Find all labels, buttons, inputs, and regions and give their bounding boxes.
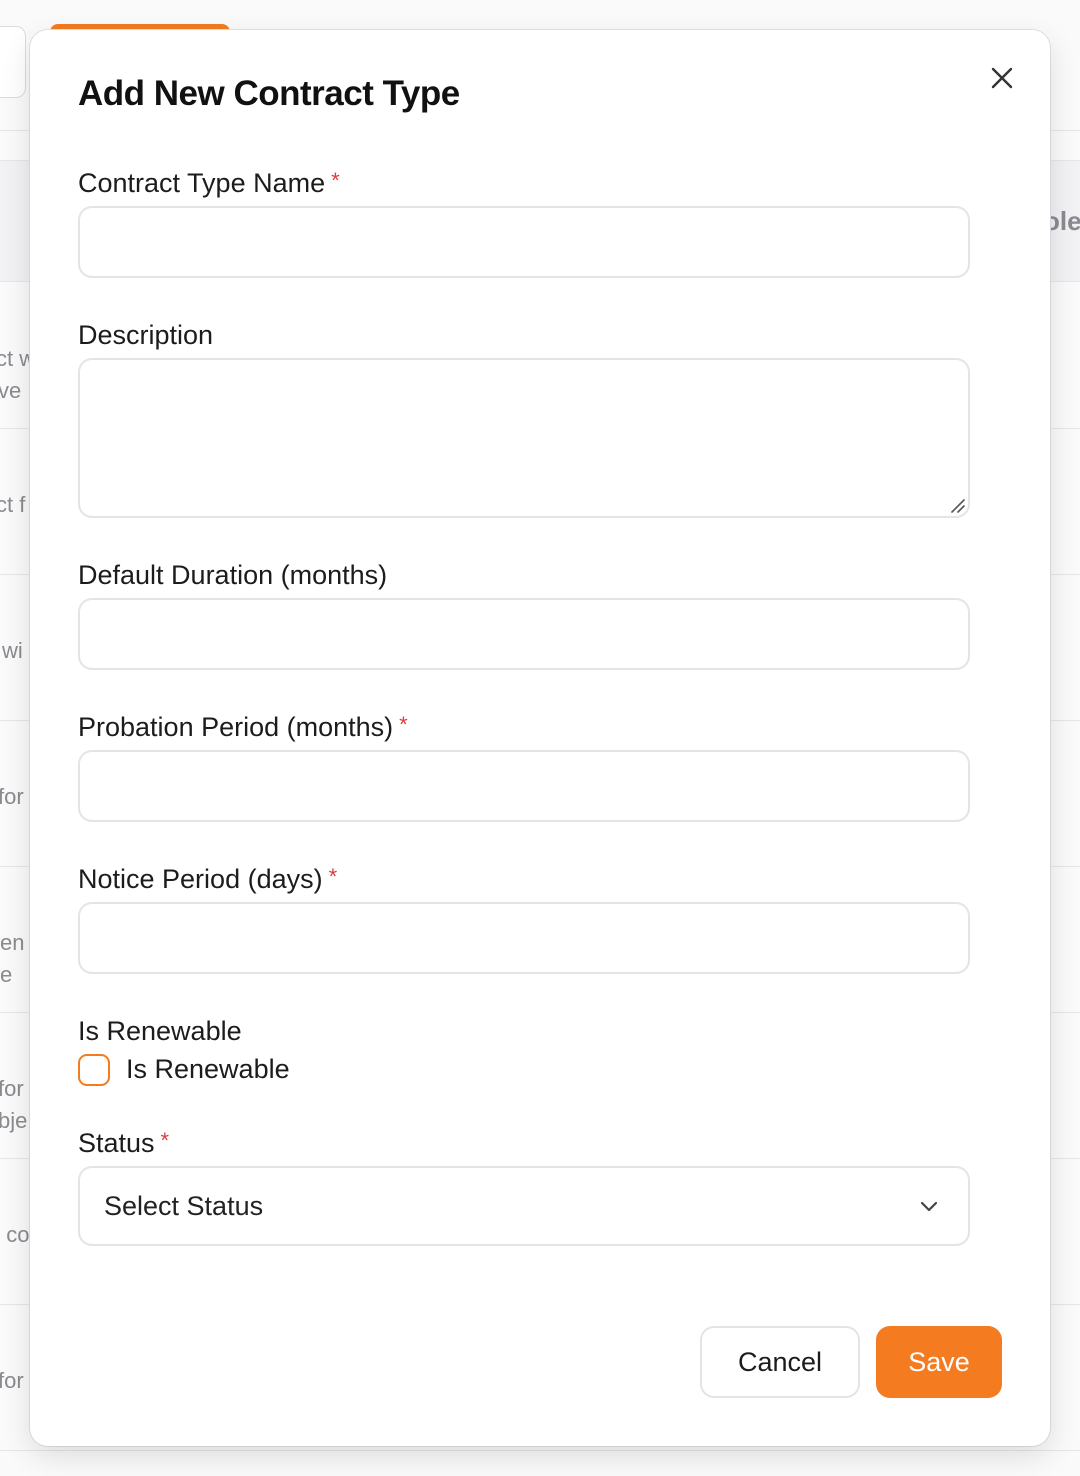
divider [0,1450,1080,1451]
background-text: t co [0,1222,30,1247]
label-text: Notice Period (days) [78,864,323,894]
is-renewable-label: Is Renewable [78,1016,242,1046]
description-textarea[interactable] [78,358,970,518]
default-duration-input[interactable] [78,598,970,670]
contract-type-name-input[interactable] [78,206,970,278]
contract-type-name-label: Contract Type Name * [78,168,340,199]
status-select[interactable]: Select Status [78,1166,970,1246]
background-button [0,26,26,98]
label-text: Contract Type Name [78,168,326,198]
is-renewable-checkbox-label[interactable]: Is Renewable [126,1054,290,1085]
status-selected-value: Select Status [104,1190,264,1221]
background-text: ct f [0,492,26,517]
resize-handle-icon[interactable] [948,496,966,514]
default-duration-label: Default Duration (months) [78,560,388,590]
cancel-button[interactable]: Cancel [700,1326,860,1398]
background-text: bje [0,1108,28,1133]
background-text: for [0,1076,24,1101]
probation-period-label: Probation Period (months) * [78,712,408,743]
chevron-down-icon [920,1201,938,1212]
background-text: en [0,930,25,955]
notice-period-input[interactable] [78,902,970,974]
label-text: Probation Period (months) [78,712,394,742]
close-icon [991,67,1013,89]
add-contract-type-dialog: Add New Contract Type Contract Type Name… [30,30,1050,1446]
save-button[interactable]: Save [876,1326,1002,1398]
notice-period-label: Notice Period (days) * [78,864,337,895]
is-renewable-checkbox[interactable] [78,1054,110,1086]
probation-period-input[interactable] [78,750,970,822]
status-label: Status * [78,1128,169,1159]
background-text: ve [0,378,22,403]
background-text: for [0,1368,24,1393]
background-text: for [0,784,24,809]
background-text: e [0,962,13,987]
required-marker: * [328,864,338,889]
dialog-title: Add New Contract Type [78,74,460,113]
required-marker: * [399,712,408,737]
description-label: Description [78,320,214,350]
label-text: Status [78,1128,155,1158]
background-text: wi [2,638,23,663]
close-button[interactable] [986,62,1018,94]
required-marker: * [160,1128,170,1153]
required-marker: * [331,168,340,193]
